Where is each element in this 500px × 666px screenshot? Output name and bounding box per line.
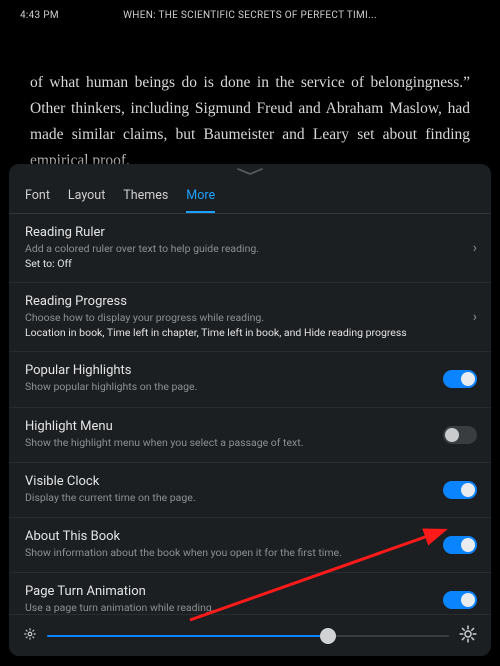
row-desc: Show popular highlights on the page. <box>25 380 475 394</box>
row-title: Reading Ruler <box>25 225 475 240</box>
tab-more[interactable]: More <box>186 188 215 213</box>
row-highlight-menu: Highlight Menu Show the highlight menu w… <box>9 408 491 463</box>
brightness-thumb[interactable] <box>320 628 336 644</box>
brightness-low-icon <box>23 626 37 645</box>
brightness-bar <box>9 614 491 656</box>
row-about-this-book: About This Book Show information about t… <box>9 518 491 573</box>
status-bar: 4:43 PM WHEN: THE SCIENTIFIC SECRETS OF … <box>0 0 500 30</box>
row-title: Visible Clock <box>25 474 475 489</box>
display-settings-panel: Font Layout Themes More Reading Ruler Ad… <box>9 164 491 656</box>
brightness-high-icon <box>459 625 477 647</box>
row-reading-progress[interactable]: Reading Progress Choose how to display y… <box>9 283 491 352</box>
row-title: Popular Highlights <box>25 363 475 378</box>
tabs: Font Layout Themes More <box>9 180 491 214</box>
settings-list: Reading Ruler Add a colored ruler over t… <box>9 214 491 656</box>
chevron-right-icon: › <box>473 309 477 325</box>
tab-layout[interactable]: Layout <box>68 188 105 213</box>
toggle-about-this-book[interactable] <box>443 536 477 554</box>
brightness-slider[interactable] <box>47 626 449 646</box>
clock-text: 4:43 PM <box>20 10 59 21</box>
toggle-page-turn-animation[interactable] <box>443 591 477 609</box>
brightness-fill <box>47 635 328 637</box>
row-visible-clock: Visible Clock Display the current time o… <box>9 463 491 518</box>
row-title: Highlight Menu <box>25 419 475 434</box>
status-spacer <box>477 10 480 21</box>
panel-grabber[interactable] <box>9 164 491 180</box>
row-desc: Choose how to display your progress whil… <box>25 311 475 325</box>
toggle-visible-clock[interactable] <box>443 481 477 499</box>
tab-themes[interactable]: Themes <box>123 188 168 213</box>
chevron-down-icon <box>237 168 263 176</box>
row-popular-highlights: Popular Highlights Show popular highligh… <box>9 352 491 407</box>
row-title: Page Turn Animation <box>25 584 475 599</box>
chevron-right-icon: › <box>473 240 477 256</box>
row-value: Set to: Off <box>25 257 475 270</box>
book-title-header: WHEN: THE SCIENTIFIC SECRETS OF PERFECT … <box>123 10 377 21</box>
toggle-highlight-menu[interactable] <box>443 426 477 444</box>
row-desc: Show the highlight menu when you select … <box>25 436 475 450</box>
row-desc: Display the current time on the page. <box>25 491 475 505</box>
row-reading-ruler[interactable]: Reading Ruler Add a colored ruler over t… <box>9 214 491 283</box>
toggle-popular-highlights[interactable] <box>443 370 477 388</box>
tab-font[interactable]: Font <box>25 188 50 213</box>
row-title: Reading Progress <box>25 294 475 309</box>
row-desc: Add a colored ruler over text to help gu… <box>25 242 475 256</box>
row-title: About This Book <box>25 529 475 544</box>
row-value: Location in book, Time left in chapter, … <box>25 326 475 339</box>
row-desc: Show information about the book when you… <box>25 546 475 560</box>
